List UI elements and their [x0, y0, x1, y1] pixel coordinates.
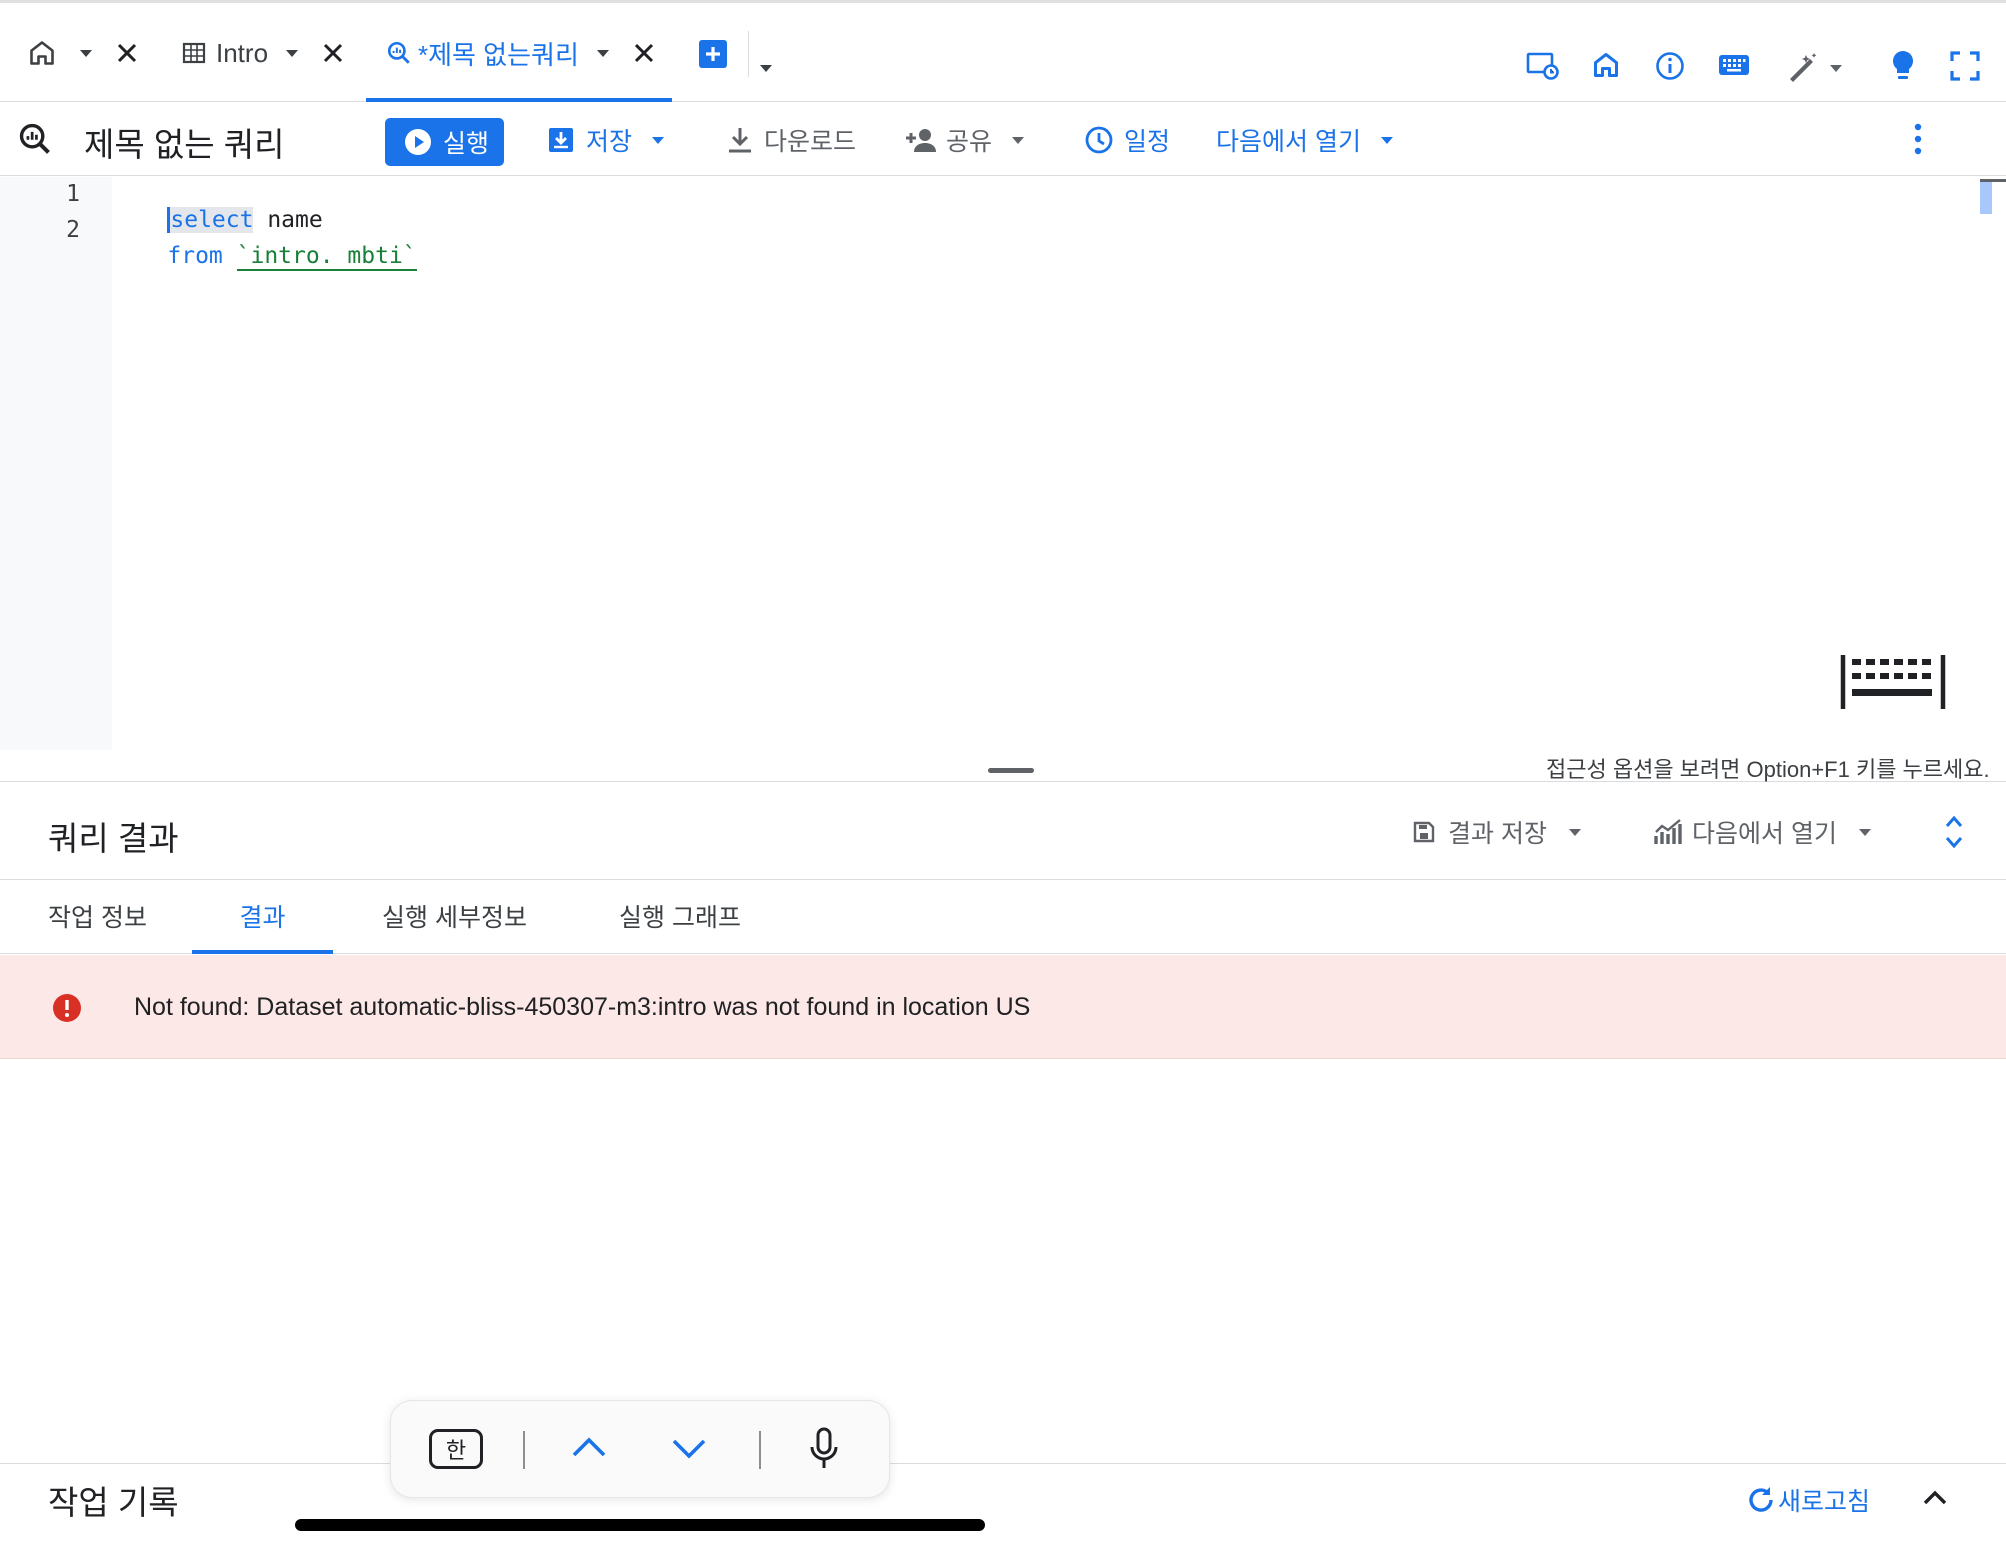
scrollbar-thumb[interactable]: [1980, 182, 1992, 214]
chevron-down-icon[interactable]: [595, 48, 611, 58]
keyboard-shortcuts-icon[interactable]: [1718, 53, 1750, 79]
line-number: 1: [66, 181, 80, 207]
tab-intro[interactable]: Intro: [182, 3, 344, 103]
chevron-down-icon[interactable]: [284, 48, 300, 58]
close-icon[interactable]: [116, 42, 138, 64]
results-tabs: 작업 정보 결과 실행 세부정보 실행 그래프: [0, 880, 2006, 954]
open-in-button[interactable]: 다음에서 열기: [1216, 116, 1395, 164]
chevron-up-icon[interactable]: [1922, 1488, 1948, 1506]
history-title: 작업 기록: [48, 1484, 179, 1521]
error-banner: Not found: Dataset automatic-bliss-45030…: [0, 955, 2006, 1059]
sql-editor[interactable]: 1 select name 2 from `intro. mbti`: [0, 177, 2006, 750]
play-icon: [403, 127, 433, 157]
share-button[interactable]: 공유: [904, 116, 1026, 164]
query-toolbar: 제목 없는 쿼리 실행 저장 다운로드 공유 일정 다음에서 열기: [0, 102, 2006, 176]
recent-activity-icon[interactable]: [1526, 51, 1560, 81]
home-icon[interactable]: [1592, 51, 1620, 79]
clock-icon: [1084, 125, 1114, 155]
magic-pen-icon[interactable]: [1786, 51, 1820, 83]
tab-label: *제목 없는쿼리: [418, 39, 579, 70]
run-label: 실행: [443, 130, 490, 158]
close-icon[interactable]: [633, 42, 655, 64]
line-number-gutter: [0, 177, 112, 750]
keyboard-icon[interactable]: [1840, 653, 1946, 711]
line-number: 2: [66, 217, 80, 243]
error-icon: [52, 993, 82, 1023]
job-history-bar: 작업 기록 새로고침: [0, 1463, 2006, 1545]
query-icon: [18, 122, 52, 156]
divider: [523, 1431, 525, 1469]
tab-label: Intro: [216, 37, 269, 68]
add-tab-button[interactable]: [698, 39, 728, 69]
chart-icon: [1654, 818, 1684, 846]
refresh-icon: [1746, 1485, 1776, 1515]
chevron-down-icon[interactable]: [671, 1437, 707, 1461]
language-toggle-key[interactable]: 한: [429, 1429, 483, 1469]
refresh-button[interactable]: 새로고침: [1746, 1478, 1870, 1522]
resize-handle[interactable]: [988, 768, 1034, 773]
divider: [748, 31, 749, 77]
download-button[interactable]: 다운로드: [726, 116, 856, 164]
chevron-down-icon[interactable]: [758, 63, 774, 73]
chevron-down-icon: [1010, 135, 1026, 145]
tab-home[interactable]: [28, 3, 138, 103]
results-title: 쿼리 결과: [48, 820, 179, 857]
chevron-up-icon[interactable]: [571, 1435, 607, 1459]
info-icon[interactable]: [1655, 51, 1685, 81]
tab-execution-details[interactable]: 실행 세부정보: [382, 880, 527, 952]
code-keyword: from: [167, 243, 223, 269]
chevron-down-icon: [1567, 827, 1583, 837]
schedule-button[interactable]: 일정: [1084, 116, 1170, 164]
fullscreen-icon[interactable]: [1950, 51, 1980, 81]
chevron-down-icon[interactable]: [1828, 63, 1844, 73]
run-button[interactable]: 실행: [385, 118, 504, 166]
save-icon: [546, 125, 576, 155]
accessibility-hint: 접근성 옵션을 보려면 Option+F1 키를 누르세요.: [1546, 757, 1990, 782]
chevron-down-icon: [1857, 827, 1873, 837]
code-string: `intro. mbti`: [236, 243, 417, 271]
home-indicator: [295, 1519, 985, 1531]
table-icon: [182, 41, 206, 65]
chevron-down-icon[interactable]: [78, 48, 94, 58]
error-message: Not found: Dataset automatic-bliss-45030…: [134, 993, 1031, 1021]
add-person-icon: [904, 127, 938, 153]
divider: [759, 1431, 761, 1469]
more-vert-icon[interactable]: [1906, 122, 1930, 156]
page-title: 제목 없는 쿼리: [84, 126, 285, 163]
results-open-in-button[interactable]: 다음에서 열기: [1654, 808, 1873, 856]
floppy-icon: [1412, 820, 1436, 844]
chevron-down-icon: [650, 135, 666, 145]
tab-untitled-query[interactable]: *제목 없는쿼리: [386, 3, 655, 103]
tab-execution-graph[interactable]: 실행 그래프: [619, 880, 741, 952]
active-tab-indicator: [192, 950, 333, 954]
code-line[interactable]: from `intro. mbti`: [112, 217, 417, 295]
tab-results[interactable]: 결과: [192, 880, 333, 952]
home-icon: [28, 39, 56, 67]
save-button[interactable]: 저장: [546, 116, 666, 164]
microphone-icon[interactable]: [809, 1427, 839, 1471]
save-results-button[interactable]: 결과 저장: [1412, 808, 1583, 856]
tab-bar: Intro *제목 없는쿼리: [0, 0, 2006, 102]
query-icon: [386, 40, 412, 66]
results-header: 쿼리 결과 결과 저장 다음에서 열기: [0, 782, 2006, 880]
tab-job-info[interactable]: 작업 정보: [48, 880, 147, 952]
close-icon[interactable]: [322, 42, 344, 64]
chevron-down-icon: [1379, 135, 1395, 145]
keyboard-accessory-bar: 한: [390, 1400, 890, 1498]
lightbulb-icon[interactable]: [1890, 49, 1916, 83]
download-icon: [726, 125, 754, 155]
expand-collapse-icon[interactable]: [1944, 814, 1964, 850]
